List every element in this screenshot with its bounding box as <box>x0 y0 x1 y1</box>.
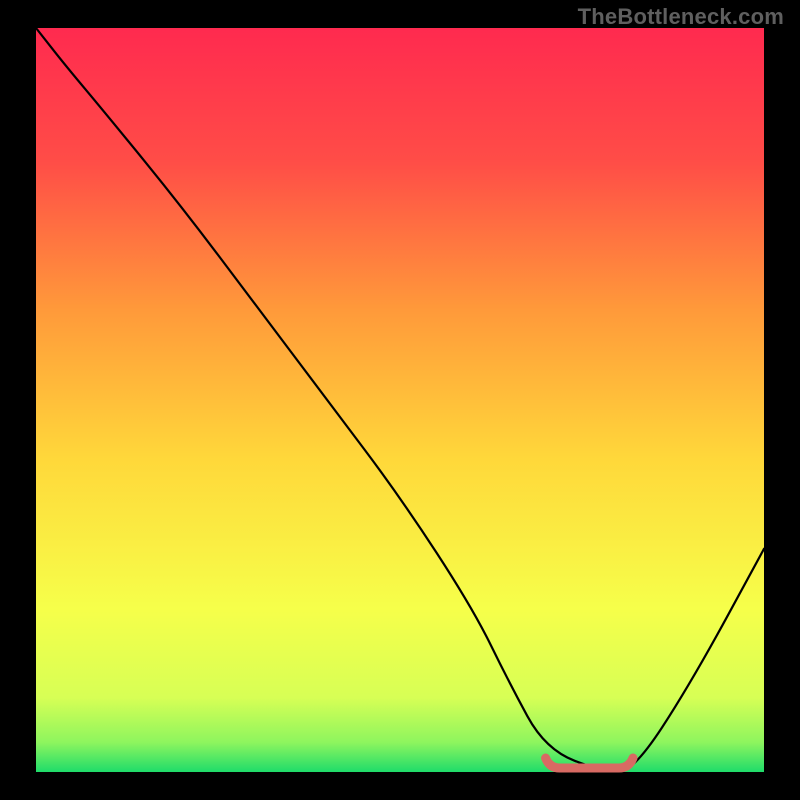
chart-frame: TheBottleneck.com <box>0 0 800 800</box>
plot-area-bg <box>36 28 764 772</box>
watermark-text: TheBottleneck.com <box>578 4 784 30</box>
bottleneck-chart <box>0 0 800 800</box>
